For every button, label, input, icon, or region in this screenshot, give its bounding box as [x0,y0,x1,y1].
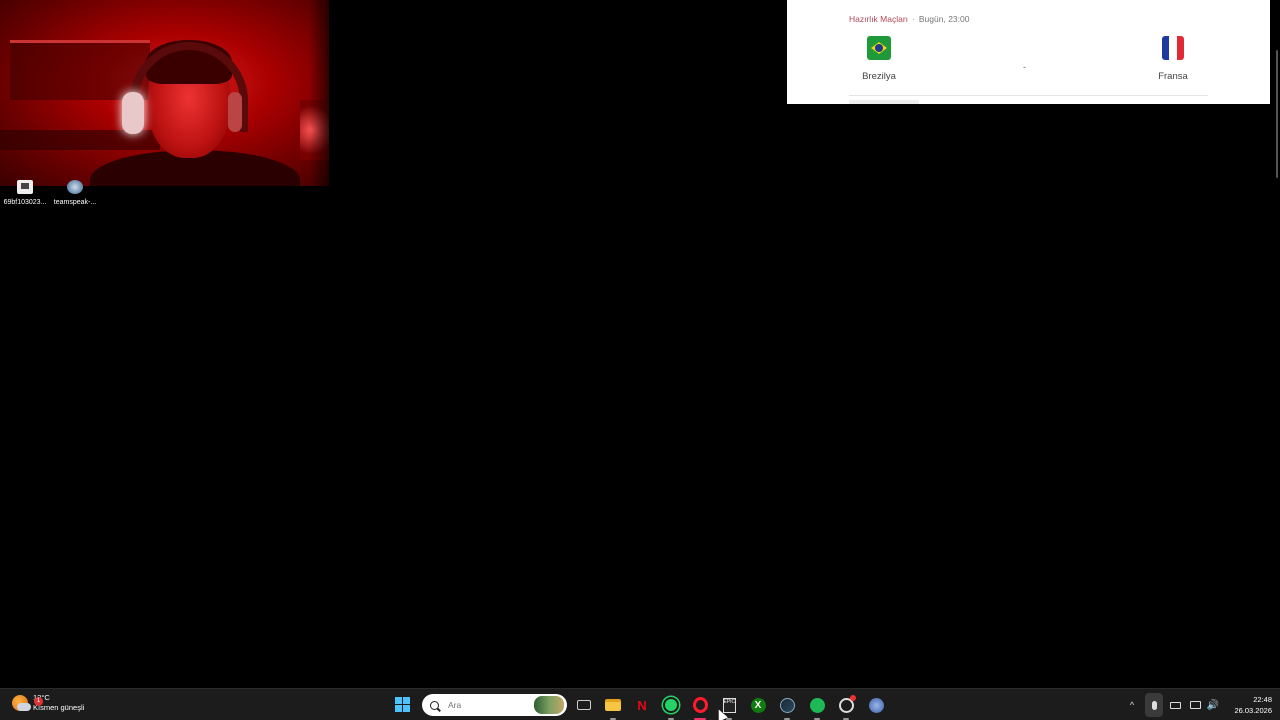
card-divider [849,95,1208,96]
match-header: Hazırlık Maçları · Bugün, 23:00 [849,14,969,24]
webcam-headset-earcup [122,92,144,134]
netflix-glyph: N [637,697,647,713]
match-header-separator: · [912,14,915,24]
task-view-icon[interactable] [574,695,594,715]
steam-icon[interactable] [777,695,797,720]
desktop-icon-label: teamspeak-... [53,199,97,206]
taskbar-search[interactable] [422,694,567,716]
match-league[interactable]: Hazırlık Maçları [849,14,908,24]
card-tab[interactable] [849,100,919,104]
scrollbar[interactable] [1274,0,1280,180]
keyboard-icon[interactable] [1169,689,1181,720]
away-team[interactable]: Fransa [1143,36,1203,84]
show-hidden-icons-chevron-icon[interactable]: ^ [1126,689,1138,720]
clock-date: 26.03.2026 [1234,706,1272,715]
partly-sunny-icon [12,695,31,711]
volume-icon[interactable]: 🔊 [1206,689,1220,720]
windows-start-icon[interactable] [395,697,410,712]
taskbar: 1 12°C Kısmen güneşli N EPIC X ^ 🔊 22:48… [0,688,1280,720]
scrollbar-thumb[interactable] [1276,50,1278,178]
desktop-icon-teamspeak[interactable]: teamspeak-... [50,180,100,208]
webcam-edge-shade [309,0,329,186]
match-score-widget[interactable]: Hazırlık Maçları · Bugün, 23:00 Brezilya -… [787,0,1270,104]
weather-widget[interactable]: 1 12°C Kısmen güneşli [12,693,84,713]
file-explorer-icon[interactable] [603,695,623,720]
taskbar-clock[interactable]: 22:48 26.03.2026 [1224,694,1272,716]
home-team-name: Brezilya [862,71,896,82]
webcam-overlay [0,0,329,186]
desktop-icon-label: 69bf103023... [3,199,47,206]
spotify-icon[interactable] [807,695,827,720]
match-score: - [1023,62,1026,72]
search-highlight-image [534,696,564,714]
france-flag-icon [1162,36,1184,60]
desktop: 69bf103023... teamspeak-... Hazırlık Maç… [0,0,1280,688]
home-team[interactable]: Brezilya [849,36,909,84]
xbox-glyph: X [750,697,766,713]
desktop-icon-file[interactable]: 69bf103023... [0,180,50,208]
xbox-icon[interactable]: X [748,695,768,715]
match-time: Bugün, 23:00 [918,14,970,24]
chatgpt-icon[interactable] [836,695,856,720]
microphone-icon[interactable] [1145,693,1163,717]
opera-gx-icon[interactable] [690,695,710,720]
clock-time: 22:48 [1253,695,1272,704]
brazil-flag-icon [867,36,891,60]
webcam-background-shelf [10,40,150,100]
teamspeak-icon [67,180,83,194]
whatsapp-icon[interactable] [661,695,681,720]
network-icon[interactable] [1189,689,1201,720]
search-input[interactable] [448,700,518,710]
search-icon [430,700,439,710]
netflix-icon[interactable]: N [632,695,652,715]
away-team-name: Fransa [1158,71,1188,82]
webcam-headset-earcup-right [228,92,242,132]
teamspeak-taskbar-icon[interactable] [866,695,886,715]
file-icon [17,180,33,194]
weather-notification-badge: 1 [34,697,43,706]
notification-dot-icon [850,695,856,701]
